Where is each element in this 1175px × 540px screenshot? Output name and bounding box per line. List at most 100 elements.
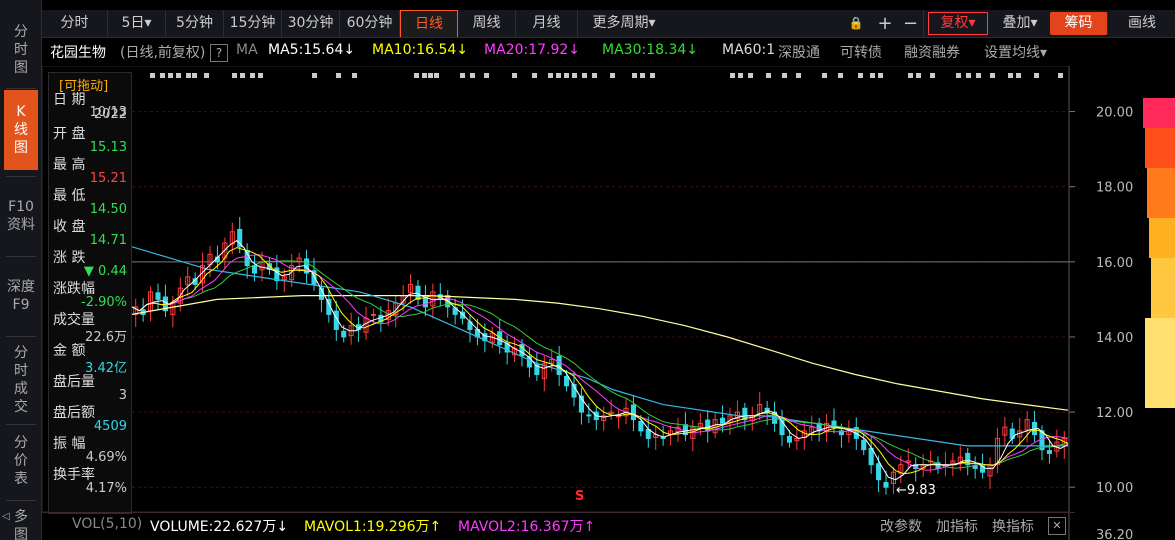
event-marker-19 (470, 73, 475, 78)
event-marker-51 (1008, 73, 1013, 78)
vol-label[interactable]: VOL(5,10) (72, 516, 142, 532)
kline-app: { "top_partial": {"tabs": ["自选股", "沪深排行"… (0, 0, 1175, 540)
period-15min[interactable]: 15分钟 (224, 10, 282, 37)
period-fenshi[interactable]: 分时 (42, 10, 108, 37)
candle-body-32 (370, 313, 376, 316)
event-marker-6 (204, 73, 209, 78)
event-marker-25 (564, 73, 569, 78)
mavol2-value: MAVOL2:16.367万↑ (458, 519, 596, 535)
link-shengutong[interactable]: 深股通 (778, 42, 820, 62)
data-label-6: 涨 跌 (53, 250, 86, 266)
lock-icon[interactable]: 🔒 (842, 10, 870, 37)
nav-kline[interactable]: K线图 (4, 90, 38, 170)
event-marker-52 (1016, 73, 1021, 78)
event-marker-12 (336, 73, 341, 78)
link-margin[interactable]: 融资融券 (904, 42, 960, 62)
event-marker-16 (428, 73, 433, 78)
event-marker-43 (878, 73, 883, 78)
event-marker-26 (572, 73, 577, 78)
period-weekly[interactable]: 周线 (458, 10, 516, 37)
event-marker-23 (548, 73, 553, 78)
period-daily[interactable]: 日线 (400, 10, 458, 37)
data-label-11: 盘后额 (53, 405, 95, 421)
ma-config-dropdown[interactable]: 设置均线▾ (984, 42, 1047, 62)
event-marker-29 (610, 73, 615, 78)
fuquan-dropdown[interactable]: 复权▾ (928, 12, 988, 35)
candle-body-123 (1046, 450, 1052, 454)
switch-indicator-button[interactable]: 换指标 (992, 516, 1034, 536)
event-marker-2 (168, 73, 173, 78)
edit-params-button[interactable]: 改参数 (880, 516, 922, 536)
period-5day[interactable]: 5日▾ (108, 10, 166, 37)
y-tick-label-3: 14.00 (1096, 331, 1133, 346)
event-marker-34 (738, 73, 743, 78)
event-marker-54 (1058, 73, 1063, 78)
signal-marker: S (575, 489, 584, 504)
event-marker-35 (748, 73, 753, 78)
event-marker-38 (796, 73, 801, 78)
event-marker-49 (976, 73, 981, 78)
candle-body-16 (252, 265, 258, 274)
event-marker-4 (186, 73, 191, 78)
period-more[interactable]: 更多周期▾ (578, 10, 670, 37)
period-monthly[interactable]: 月线 (516, 10, 578, 37)
zoom-in-button[interactable]: + (872, 10, 898, 37)
event-marker-27 (582, 73, 587, 78)
chips-button[interactable]: 筹码 (1050, 12, 1108, 35)
event-marker-47 (956, 73, 961, 78)
event-marker-53 (1034, 73, 1039, 78)
event-marker-31 (640, 73, 645, 78)
zoom-out-button[interactable]: − (898, 10, 924, 37)
mavol1-value: MAVOL1:19.296万↑ (304, 519, 442, 535)
event-marker-32 (650, 73, 655, 78)
event-marker-15 (422, 73, 427, 78)
event-marker-13 (352, 73, 357, 78)
nav-fenjia[interactable]: 分价表 (4, 428, 38, 494)
add-indicator-button[interactable]: 加指标 (936, 516, 978, 536)
event-marker-46 (930, 73, 935, 78)
data-value-3: 15.21 (89, 171, 127, 186)
event-marker-45 (916, 73, 921, 78)
nav-fenshi[interactable]: 分时图 (4, 14, 38, 86)
period-60min[interactable]: 60分钟 (340, 10, 400, 37)
event-marker-33 (730, 73, 735, 78)
help-icon[interactable]: ? (210, 44, 228, 62)
nav-fenshi-chengjiao[interactable]: 分时成交 (4, 340, 38, 420)
data-value-8: 22.6万 (85, 330, 127, 345)
data-value-6: ▼ 0.44 (83, 264, 127, 279)
y-tick-label-0: 20.00 (1096, 106, 1133, 121)
nav-f10[interactable]: F10资料 (4, 180, 38, 252)
event-marker-7 (232, 73, 237, 78)
data-value-1: 10/13 (89, 105, 127, 120)
ma10-value: MA10:16.54↓ (372, 42, 468, 58)
ma60-value: MA60:1 (722, 42, 776, 58)
link-convertible[interactable]: 可转债 (840, 42, 882, 62)
candle-body-61 (586, 414, 592, 417)
candle-body-39 (422, 297, 428, 308)
event-marker-11 (312, 73, 317, 78)
collapse-arrow-icon[interactable]: ◁ (0, 508, 12, 526)
period-30min[interactable]: 30分钟 (282, 10, 340, 37)
close-icon[interactable]: ✕ (1048, 517, 1066, 535)
event-marker-21 (512, 73, 517, 78)
data-label-12: 振 幅 (53, 436, 86, 452)
data-value-5: 14.71 (89, 233, 127, 248)
event-marker-8 (240, 73, 245, 78)
data-value-13: 4.17% (85, 481, 127, 496)
draw-line-button[interactable]: 画线 (1112, 10, 1172, 37)
event-marker-40 (838, 73, 843, 78)
event-marker-0 (150, 73, 155, 78)
ma-settings-label[interactable]: MA (236, 42, 258, 58)
ma30-value: MA30:18.34↓ (602, 42, 698, 58)
nav-depth-f9[interactable]: 深度F9 (4, 260, 38, 332)
event-marker-10 (258, 73, 263, 78)
data-value-7: -2.90% (81, 295, 127, 310)
overlay-dropdown[interactable]: 叠加▾ (992, 10, 1048, 37)
period-toolbar: 分时 5日▾ 5分钟 15分钟 30分钟 60分钟 日线 周线 月线 更多周期▾… (42, 10, 1175, 38)
y-tick-label-5: 10.00 (1096, 481, 1133, 496)
event-marker-41 (858, 73, 863, 78)
event-marker-24 (556, 73, 561, 78)
stock-info-bar: 花园生物 (日线,前复权) ? MA MA5:15.64↓ MA10:16.54… (42, 38, 1175, 66)
data-label-0: 日 期 (53, 92, 86, 108)
period-5min[interactable]: 5分钟 (166, 10, 224, 37)
